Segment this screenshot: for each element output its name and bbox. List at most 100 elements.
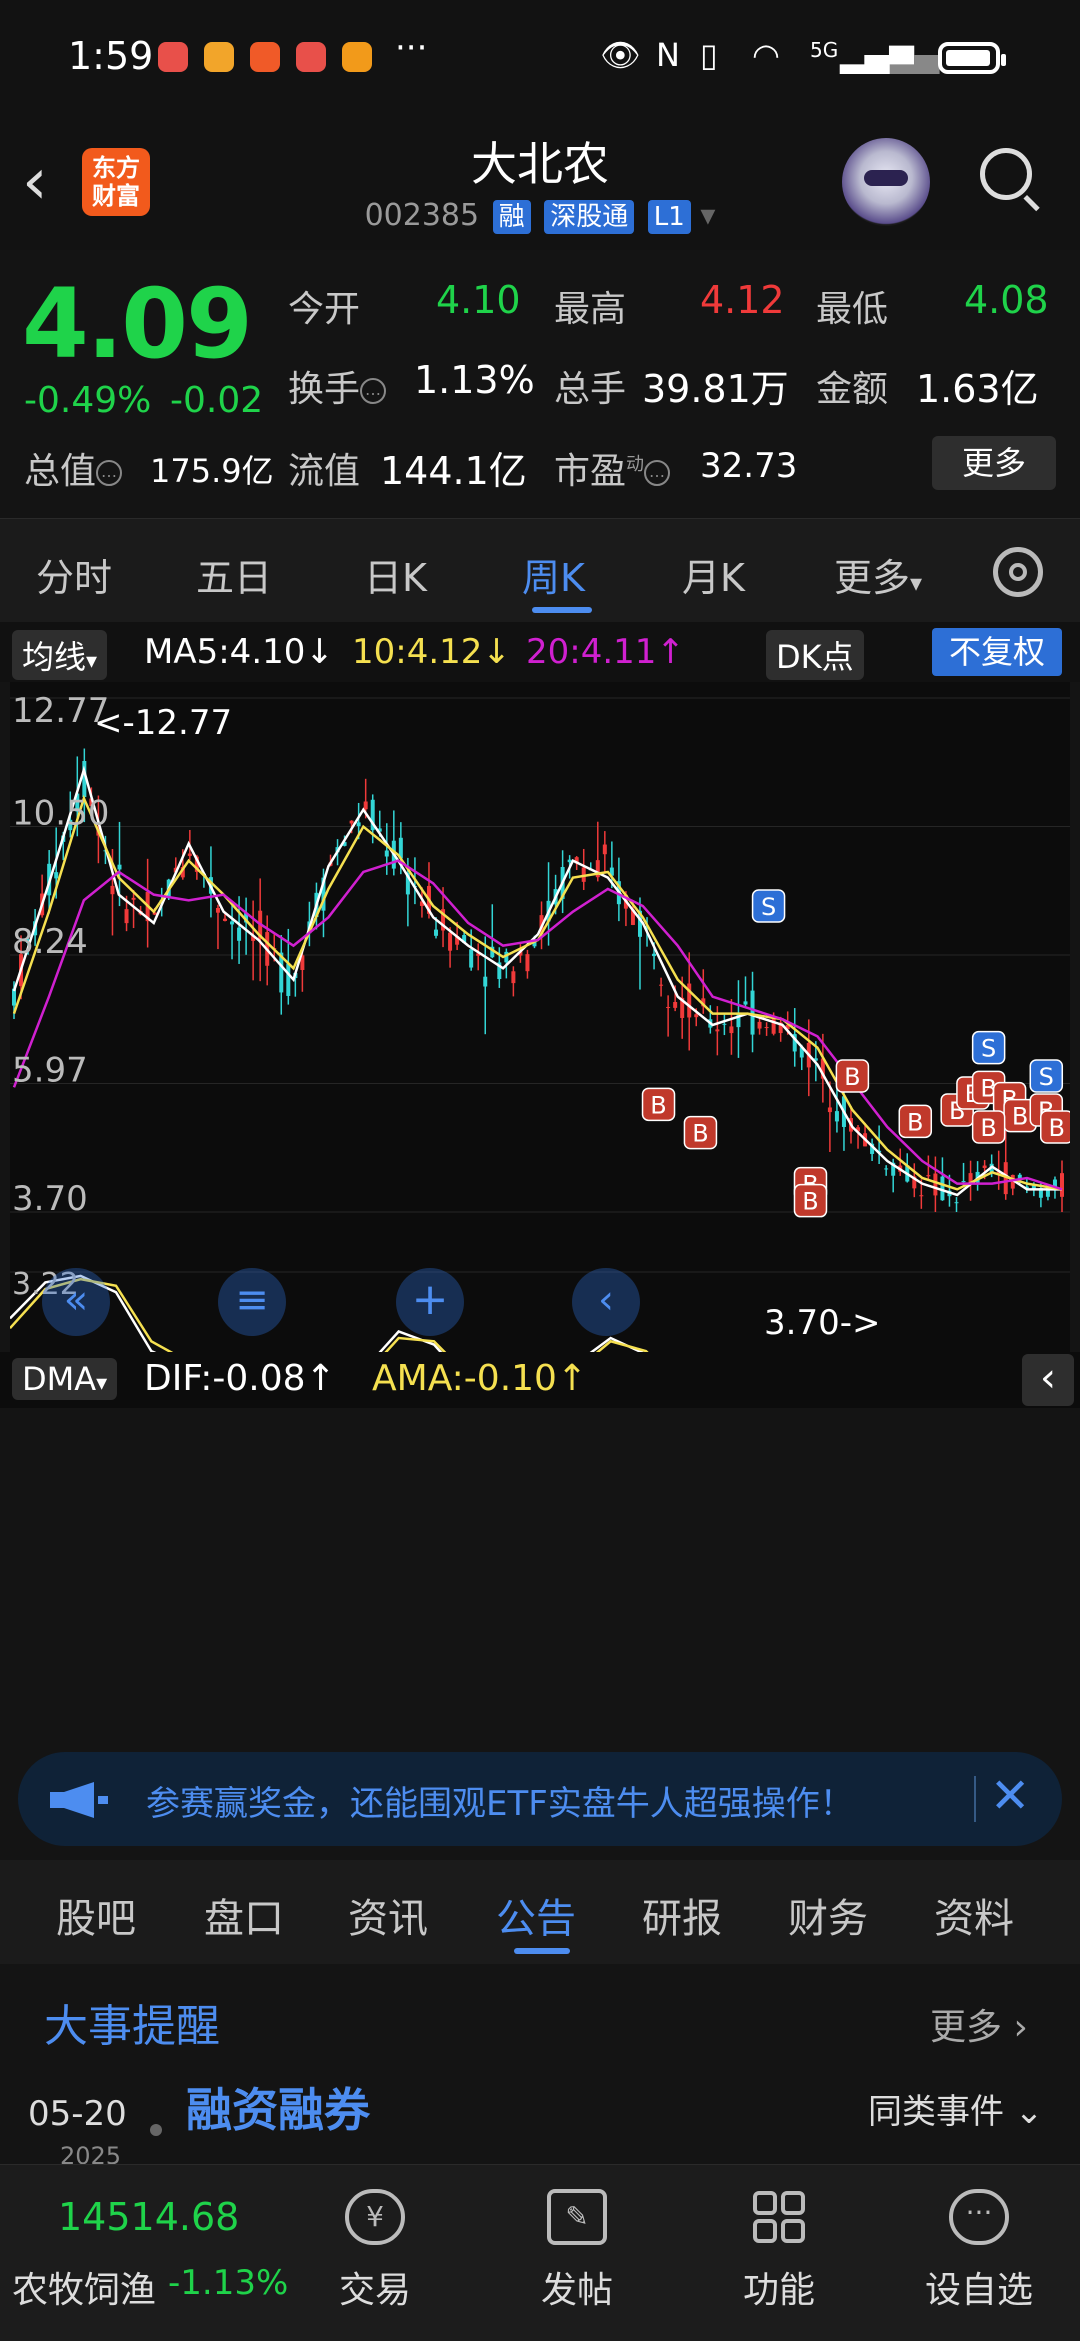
tab-finance[interactable]: 财务 bbox=[788, 1886, 868, 1944]
edit-icon: ✎ bbox=[547, 2189, 607, 2245]
buy-signal-label: B bbox=[844, 1063, 860, 1091]
candle-body bbox=[363, 801, 368, 810]
divider bbox=[974, 1776, 976, 1822]
candle-body bbox=[827, 1107, 832, 1113]
megaphone-icon bbox=[50, 1782, 108, 1818]
sell-signal-label: S bbox=[761, 893, 776, 921]
candle-body bbox=[757, 1021, 762, 1029]
close-icon[interactable]: ✕ bbox=[990, 1768, 1030, 1824]
caret-down-icon: ▾ bbox=[910, 569, 923, 597]
candle-body bbox=[694, 1014, 699, 1018]
candle-body bbox=[230, 921, 235, 925]
pan-left-button[interactable]: ‹ bbox=[572, 1268, 640, 1336]
tab-weekly-k[interactable]: 周K bbox=[522, 547, 585, 602]
events-more-link[interactable]: 更多 › bbox=[930, 1998, 1028, 2050]
nav-functions[interactable]: 功能 bbox=[714, 2189, 844, 2313]
more-quote-button[interactable]: 更多 bbox=[932, 436, 1056, 490]
candle-body bbox=[117, 864, 122, 870]
candle-body bbox=[187, 853, 192, 856]
candle-body bbox=[834, 1111, 839, 1122]
info-icon[interactable]: … bbox=[360, 378, 387, 404]
timeline-dot bbox=[150, 2124, 162, 2136]
sector-change[interactable]: -1.13% bbox=[168, 2263, 288, 2303]
pe-value: 32.73 bbox=[700, 446, 798, 486]
nav-post[interactable]: ✎ 发帖 bbox=[512, 2189, 642, 2313]
sector-index-value[interactable]: 14514.68 bbox=[58, 2195, 239, 2239]
buy-signal-label: B bbox=[1012, 1103, 1028, 1131]
pe-label: 市盈动… bbox=[554, 442, 671, 494]
min-price-annotation: 3.70-> bbox=[764, 1303, 880, 1343]
candle-body bbox=[961, 1180, 966, 1183]
connect-tag: 深股通 bbox=[544, 200, 635, 234]
info-icon[interactable]: … bbox=[644, 460, 671, 486]
gear-icon[interactable] bbox=[993, 547, 1043, 597]
tab-profile[interactable]: 资料 bbox=[934, 1886, 1014, 1944]
candle-body bbox=[54, 872, 59, 879]
robot-assistant-icon[interactable] bbox=[842, 138, 930, 226]
events-title: 大事提醒 bbox=[44, 2001, 220, 2052]
candle-body bbox=[743, 1001, 748, 1005]
high-label: 最高 bbox=[554, 289, 627, 330]
y-tick-label: 3.70 bbox=[12, 1179, 88, 1219]
candle-body bbox=[511, 971, 516, 984]
chevron-down-icon: ▾ bbox=[700, 198, 716, 233]
tab-orderbook[interactable]: 盘口 bbox=[204, 1886, 284, 1944]
tab-five-day[interactable]: 五日 bbox=[196, 547, 272, 602]
buy-signal-label: B bbox=[980, 1114, 996, 1142]
candle-body bbox=[659, 984, 664, 986]
tab-more[interactable]: 更多▾ bbox=[834, 547, 922, 602]
nav-trade[interactable]: ¥ 交易 bbox=[310, 2189, 440, 2313]
info-icon[interactable]: … bbox=[96, 460, 123, 486]
bottom-nav: 14514.68 农牧饲渔 -1.13% ¥ 交易 ✎ 发帖 功能 ··· 设自… bbox=[0, 2164, 1080, 2341]
candle-body bbox=[384, 850, 389, 857]
nav-watchlist[interactable]: ··· 设自选 bbox=[914, 2189, 1044, 2313]
tab-forum[interactable]: 股吧 bbox=[56, 1886, 136, 1944]
candle-body bbox=[124, 909, 129, 924]
nav-watchlist-label: 设自选 bbox=[924, 2270, 1033, 2311]
add-indicator-button[interactable]: + bbox=[396, 1268, 464, 1336]
tab-intraday[interactable]: 分时 bbox=[36, 547, 112, 602]
turnover-label: 换手… bbox=[288, 360, 387, 412]
search-icon[interactable] bbox=[980, 148, 1040, 212]
info-tabs: 股吧 盘口 资讯 公告 研报 财务 资料 bbox=[0, 1860, 1080, 1964]
candle-body bbox=[954, 1202, 959, 1204]
tab-daily-k[interactable]: 日K bbox=[364, 547, 427, 602]
candle-body bbox=[933, 1173, 938, 1196]
zoom-out-button[interactable]: « bbox=[42, 1268, 110, 1336]
tab-research[interactable]: 研报 bbox=[642, 1886, 722, 1944]
total-mv-label: 总值… bbox=[24, 442, 123, 494]
buy-signal-label: B bbox=[650, 1091, 666, 1119]
candle-body bbox=[215, 907, 220, 913]
chart-svg[interactable]: BBBBBBBBBBBBBBSSS 12.7710.508.245.973.70… bbox=[9, 682, 1074, 1475]
nav-trade-label: 交易 bbox=[338, 2270, 411, 2311]
dma-select[interactable]: DMA▾ bbox=[12, 1358, 118, 1400]
tab-announcements[interactable]: 公告 bbox=[496, 1886, 576, 1944]
dk-point-button[interactable]: DK点 bbox=[766, 630, 864, 680]
event-name[interactable]: 融资融券 bbox=[186, 2074, 370, 2140]
ama-line bbox=[9, 1277, 1070, 1421]
volume-label: 总手 bbox=[554, 369, 627, 410]
level-tag: L1 bbox=[647, 200, 691, 234]
candle-body bbox=[729, 1026, 734, 1034]
stock-header: ‹ 东方财富 大北农 002385 融 深股通 L1 ▾ bbox=[0, 120, 1080, 251]
candle-body bbox=[602, 844, 607, 855]
ma20-value: 20:4.11↑ bbox=[526, 632, 685, 672]
banner-text[interactable]: 参赛赢奖金，还能围观ETF实盘牛人超强操作！ bbox=[146, 1776, 854, 1825]
candle-body bbox=[434, 929, 439, 936]
overlay-menu-button[interactable]: ≡ bbox=[218, 1268, 286, 1336]
volume-value: 39.81万 bbox=[642, 367, 789, 411]
adjust-toggle-button[interactable]: 不复权 bbox=[932, 628, 1062, 676]
tab-news[interactable]: 资讯 bbox=[348, 1886, 428, 1944]
ma-type-select[interactable]: 均线▾ bbox=[12, 630, 108, 680]
collapse-panel-button[interactable]: ‹ bbox=[1022, 1354, 1074, 1406]
vibrate-icon: ▯ bbox=[700, 36, 718, 74]
tab-monthly-k[interactable]: 月K bbox=[682, 547, 745, 602]
more-dots-icon: ··· bbox=[949, 2189, 1009, 2245]
similar-events-dropdown[interactable]: 同类事件 ⌄ bbox=[868, 2084, 1043, 2133]
nfc-icon: N bbox=[656, 36, 680, 74]
ama-value: AMA:-0.10↑ bbox=[372, 1358, 588, 1399]
promo-banner[interactable]: 参赛赢奖金，还能围观ETF实盘牛人超强操作！ ✕ bbox=[18, 1752, 1062, 1846]
kline-chart-area[interactable]: BBBBBBBBBBBBBBSSS 12.7710.508.245.973.70… bbox=[9, 682, 1074, 1475]
sector-name[interactable]: 农牧饲渔 bbox=[12, 2261, 156, 2313]
candle-body bbox=[237, 927, 242, 941]
